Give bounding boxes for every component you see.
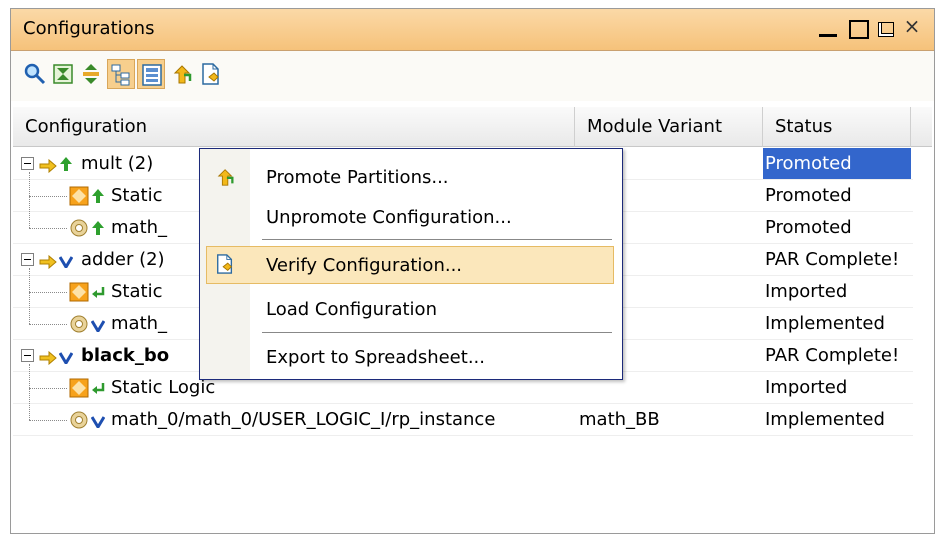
tree-connector: [29, 228, 67, 229]
menu-item-load-configuration[interactable]: Load Configuration: [200, 291, 622, 329]
status-cell: Promoted: [765, 185, 852, 206]
tree-connector: [29, 364, 30, 420]
status-cell: Promoted: [765, 217, 852, 238]
complete-check-icon: [58, 348, 74, 369]
menu-item-label: Verify Configuration...: [266, 255, 463, 276]
configuration-name: math_0/math_0/USER_LOGIC_I/rp_instance: [111, 409, 496, 430]
configuration-arrow-icon: [39, 349, 57, 370]
partition-icon: [69, 218, 89, 243]
menu-item-label: Promote Partitions...: [266, 167, 449, 188]
window-title: Configurations: [23, 18, 155, 39]
configuration-name: adder (2): [81, 249, 165, 270]
toolbar: [11, 51, 934, 101]
promote-icon[interactable]: [169, 59, 197, 89]
imported-icon: [91, 284, 105, 305]
collapse-toggle-icon[interactable]: [21, 157, 34, 170]
tree-connector: [29, 324, 67, 325]
promoted-icon: [91, 220, 105, 241]
configuration-arrow-icon: [39, 253, 57, 274]
menu-separator: [262, 332, 612, 333]
menu-item-label: Load Configuration: [266, 299, 437, 320]
static-logic-icon: [69, 378, 89, 403]
verify-icon: [215, 254, 235, 279]
configuration-name: mult (2): [81, 153, 154, 174]
partition-icon: [69, 314, 89, 339]
partition-icon: [69, 410, 89, 435]
complete-check-icon: [58, 252, 74, 273]
tree-connector: [29, 388, 67, 389]
configuration-arrow-icon: [39, 157, 57, 178]
tree-connector: [29, 268, 30, 324]
title-bar: Configurations ×: [11, 9, 934, 51]
restore-icon[interactable]: [874, 17, 896, 39]
status-cell: Imported: [765, 281, 848, 302]
close-icon[interactable]: ×: [901, 16, 923, 39]
column-header-module-variant[interactable]: Module Variant: [575, 107, 763, 147]
verify-icon[interactable]: [197, 59, 225, 89]
collapse-toggle-icon[interactable]: [21, 253, 34, 266]
promoted-icon: [59, 156, 73, 177]
module-variant: math_BB: [579, 409, 660, 430]
collapse-toggle-icon[interactable]: [21, 349, 34, 362]
configuration-name: Static: [111, 185, 163, 206]
configuration-name: math_: [111, 217, 168, 238]
promoted-icon: [91, 188, 105, 209]
expand-all-icon[interactable]: [77, 59, 105, 89]
status-cell: Implemented: [765, 313, 885, 334]
tree-connector: [29, 292, 67, 293]
static-logic-icon: [69, 186, 89, 211]
menu-item-export-to-spreadsheet[interactable]: Export to Spreadsheet...: [200, 339, 622, 377]
configuration-name: math_: [111, 313, 168, 334]
status-cell: PAR Complete!: [765, 345, 900, 366]
status-cell: Promoted: [763, 148, 911, 180]
menu-separator: [262, 239, 612, 240]
status-cell: Implemented: [765, 409, 885, 430]
promote-icon: [216, 167, 236, 192]
tree-connector: [29, 420, 67, 421]
static-logic-icon: [69, 282, 89, 307]
implemented-check-icon: [90, 412, 106, 433]
column-header-configuration[interactable]: Configuration: [13, 107, 575, 147]
tree-connector: [29, 172, 30, 228]
tree-connector: [29, 196, 67, 197]
menu-item-unpromote-configuration[interactable]: Unpromote Configuration...: [200, 199, 622, 237]
hierarchy-icon[interactable]: [107, 59, 135, 89]
imported-icon: [91, 380, 105, 401]
menu-item-label: Unpromote Configuration...: [266, 207, 512, 228]
row-divider: [13, 435, 913, 436]
menu-item-label: Export to Spreadsheet...: [266, 347, 485, 368]
column-header-status[interactable]: Status: [763, 107, 911, 147]
search-icon[interactable]: [21, 59, 49, 89]
maximize-icon[interactable]: [847, 17, 869, 39]
minimize-icon[interactable]: [817, 17, 839, 39]
collapse-all-icon[interactable]: [49, 59, 77, 89]
implemented-check-icon: [90, 316, 106, 337]
menu-item-verify-configuration[interactable]: Verify Configuration...: [206, 246, 614, 284]
configuration-name: black_bo: [81, 345, 170, 366]
status-cell: Imported: [765, 377, 848, 398]
context-menu: Promote Partitions... Unpromote Configur…: [199, 148, 623, 380]
table-header: Configuration Module Variant Status: [13, 107, 932, 147]
status-cell: PAR Complete!: [765, 249, 900, 270]
menu-item-promote-partitions[interactable]: Promote Partitions...: [200, 159, 622, 197]
configuration-name: Static: [111, 281, 163, 302]
table-row[interactable]: math_0/math_0/USER_LOGIC_I/rp_instance ma…: [13, 404, 913, 436]
flat-view-icon[interactable]: [137, 59, 165, 89]
